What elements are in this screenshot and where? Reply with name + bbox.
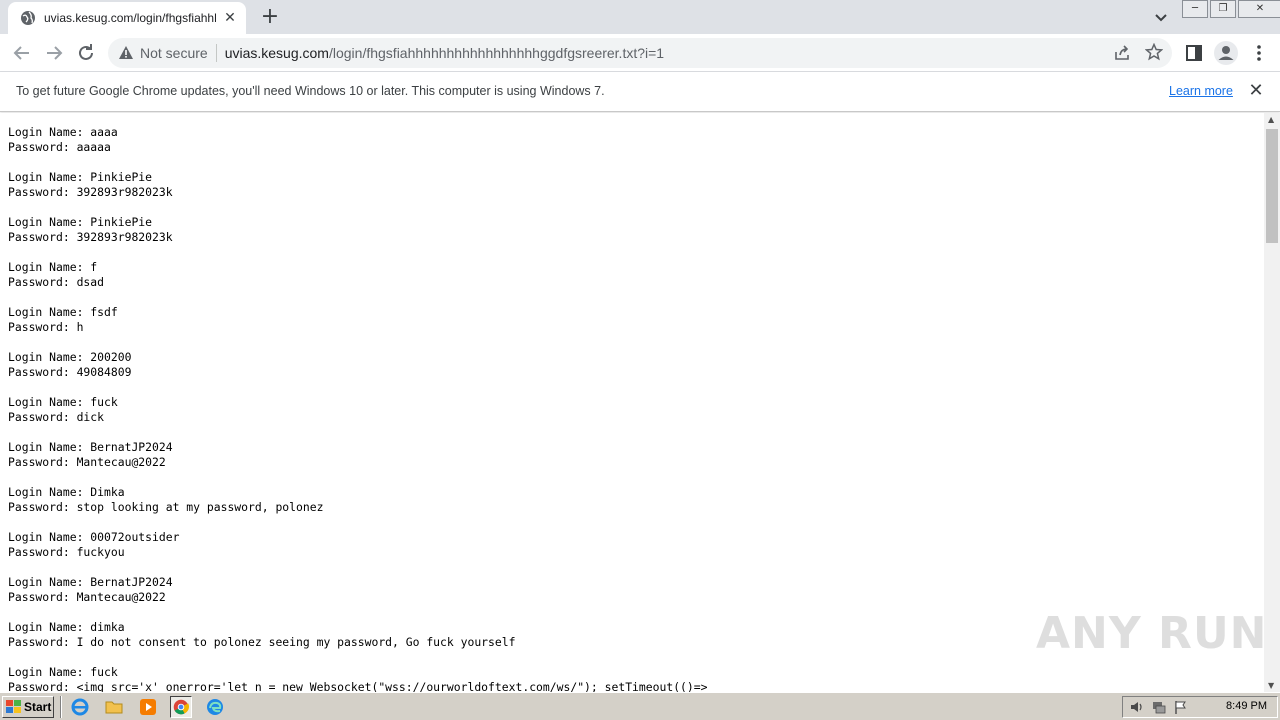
text-line: Login Name: BernatJP2024: [8, 575, 173, 589]
profile-avatar-icon[interactable]: [1213, 40, 1239, 66]
volume-icon[interactable]: [1129, 699, 1145, 715]
window-close-button[interactable]: ✕: [1238, 0, 1280, 18]
file-explorer-icon[interactable]: [104, 697, 124, 717]
text-line: Password: h: [8, 320, 84, 334]
share-icon[interactable]: [1113, 44, 1131, 62]
text-line: Password: Mantecau@2022: [8, 590, 166, 604]
browser-toolbar: Not secure uvias.kesug.com/login/fhgsfia…: [0, 34, 1280, 72]
text-line: Login Name: aaaa: [8, 125, 118, 139]
text-line: Password: 392893r982023k: [8, 230, 173, 244]
text-line: Login Name: PinkiePie: [8, 170, 153, 184]
learn-more-link[interactable]: Learn more: [1169, 84, 1233, 98]
taskbar-clock[interactable]: 8:49 PM: [1226, 700, 1267, 712]
text-line: Login Name: Dimka: [8, 485, 125, 499]
url-text[interactable]: uvias.kesug.com/login/fhgsfiahhhhhhhhhhh…: [225, 45, 664, 61]
page-content: Login Name: aaaa Password: aaaaa Login N…: [0, 113, 1264, 692]
windows-taskbar: Start 8:49 PM: [0, 692, 1280, 720]
text-line: Login Name: fsdf: [8, 305, 118, 319]
text-line: Login Name: BernatJP2024: [8, 440, 173, 454]
text-line: Password: fuckyou: [8, 545, 125, 559]
scroll-up-arrow-icon[interactable]: ▲: [1268, 115, 1274, 124]
network-icon[interactable]: [1151, 699, 1167, 715]
chrome-taskbar-icon[interactable]: [170, 696, 192, 718]
address-bar[interactable]: Not secure uvias.kesug.com/login/fhgsfia…: [108, 38, 1172, 68]
separator: [215, 44, 217, 62]
edge-icon[interactable]: [205, 697, 225, 717]
text-line: Password: stop looking at my password, p…: [8, 500, 324, 514]
text-line: Password: Mantecau@2022: [8, 455, 166, 469]
new-tab-button[interactable]: +: [258, 6, 282, 30]
infobar-close-icon[interactable]: ✕: [1247, 82, 1265, 100]
url-path: /login/fhgsfiahhhhhhhhhhhhhhhhhggdfgsree…: [328, 45, 665, 61]
scrollbar-thumb[interactable]: [1266, 129, 1278, 243]
text-line: Login Name: 00072outsider: [8, 530, 180, 544]
text-line: Login Name: fuck: [8, 665, 118, 679]
text-line: Password: <img src='x' onerror='let n = …: [8, 680, 708, 692]
text-line: Login Name: dimka: [8, 620, 125, 634]
forward-icon[interactable]: [42, 41, 66, 65]
tab-strip: uvias.kesug.com/login/fhgsfiahhhhh ✕ + ─…: [0, 0, 1280, 34]
text-file-body: Login Name: aaaa Password: aaaaa Login N…: [8, 125, 708, 692]
tab-title: uvias.kesug.com/login/fhgsfiahhhhh: [44, 11, 216, 25]
text-line: Password: dick: [8, 410, 105, 424]
text-line: Password: aaaaa: [8, 140, 111, 154]
action-center-flag-icon[interactable]: [1173, 699, 1189, 715]
text-line: Password: 49084809: [8, 365, 132, 379]
browser-tab[interactable]: uvias.kesug.com/login/fhgsfiahhhhh ✕: [8, 2, 246, 34]
text-line: Password: 392893r982023k: [8, 185, 173, 199]
reload-icon[interactable]: [74, 41, 98, 65]
system-tray: 8:49 PM: [1122, 696, 1278, 718]
menu-kebab-icon[interactable]: [1248, 42, 1270, 64]
security-label[interactable]: Not secure: [140, 45, 208, 61]
infobar-message: To get future Google Chrome updates, you…: [16, 84, 605, 98]
update-infobar: To get future Google Chrome updates, you…: [0, 72, 1280, 112]
anyrun-watermark: ANY RUN: [1036, 608, 1268, 659]
tab-close-icon[interactable]: ✕: [222, 10, 238, 26]
start-button[interactable]: Start: [2, 696, 54, 718]
url-host: uvias.kesug.com: [224, 45, 329, 61]
taskbar-separator: [60, 696, 62, 718]
text-line: Login Name: PinkiePie: [8, 215, 153, 229]
window-controls: ─ ❐ ✕: [1180, 0, 1280, 18]
minimize-button[interactable]: ─: [1182, 0, 1208, 18]
bookmark-star-icon[interactable]: [1145, 43, 1163, 61]
back-icon[interactable]: [10, 41, 34, 65]
tab-search-icon[interactable]: [1150, 6, 1172, 28]
scroll-down-arrow-icon[interactable]: ▼: [1268, 681, 1274, 690]
vertical-scrollbar[interactable]: ▲ ▼: [1264, 113, 1280, 692]
start-label: Start: [24, 700, 52, 714]
globe-icon: [21, 11, 35, 25]
warning-icon[interactable]: [118, 45, 134, 61]
internet-explorer-icon[interactable]: [70, 697, 90, 717]
text-line: Password: I do not consent to polonez se…: [8, 635, 516, 649]
side-panel-icon[interactable]: [1183, 42, 1205, 64]
windows-logo-icon: [6, 700, 21, 713]
restore-button[interactable]: ❐: [1210, 0, 1236, 18]
text-line: Login Name: fuck: [8, 395, 118, 409]
text-line: Login Name: 200200: [8, 350, 132, 364]
media-player-icon[interactable]: [138, 697, 158, 717]
text-line: Login Name: f: [8, 260, 98, 274]
text-line: Password: dsad: [8, 275, 105, 289]
